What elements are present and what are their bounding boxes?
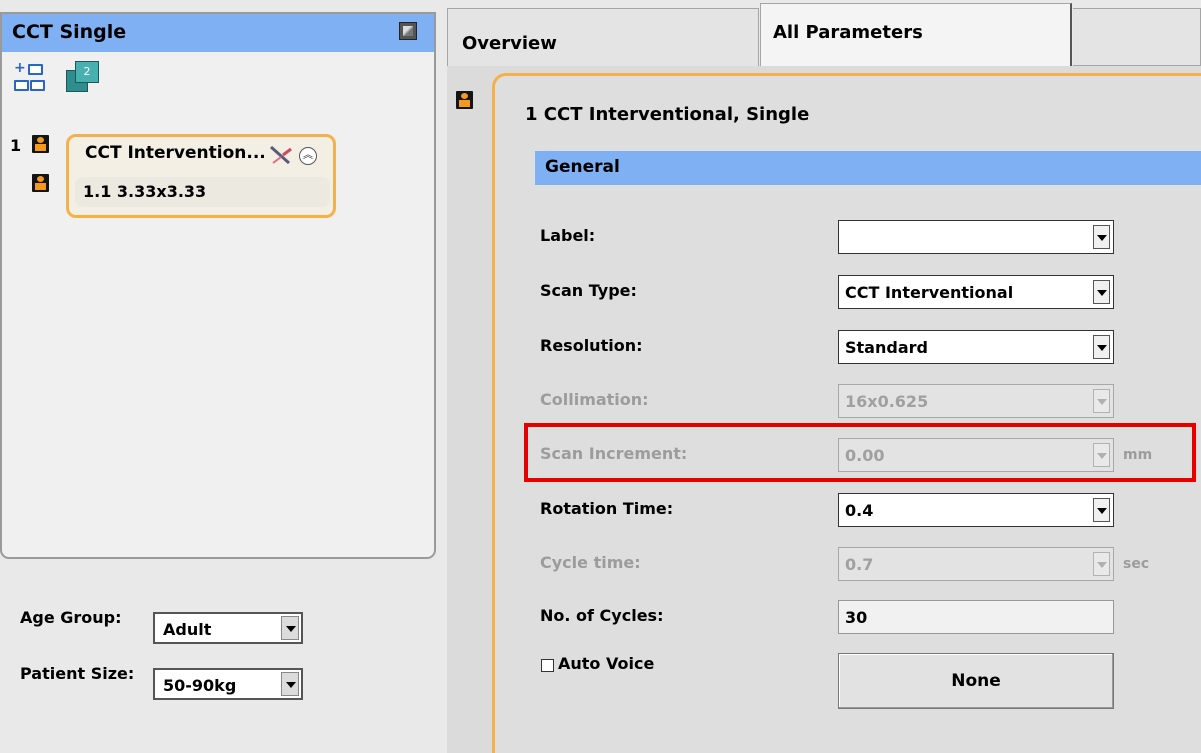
scan-type-value: CCT Interventional — [845, 283, 1014, 302]
protocol-panel-title: CCT Single — [12, 21, 127, 43]
rotation-time-select[interactable]: 0.4 — [838, 493, 1114, 527]
collimation-select: 16x0.625 — [838, 384, 1114, 418]
chevron-down-icon[interactable] — [1093, 498, 1110, 522]
add-group-icon[interactable]: + — [14, 60, 48, 96]
cycles-label: No. of Cycles: — [540, 606, 664, 625]
age-group-value: Adult — [163, 620, 212, 639]
numbered-series-icon[interactable]: 2 — [66, 60, 102, 96]
resolution-value: Standard — [845, 338, 928, 357]
protocol-tree-node[interactable]: CCT Intervention... ︽ 1.1 3.33x3.33 — [66, 134, 336, 218]
tab-all-parameters-label: All Parameters — [773, 22, 923, 43]
series-badge: 2 — [75, 61, 99, 83]
rotation-time-value: 0.4 — [845, 501, 874, 520]
cycles-input[interactable]: 30 — [838, 600, 1114, 634]
protocol-panel-header: CCT Single — [2, 14, 434, 52]
patient-size-label: Patient Size: — [20, 664, 135, 683]
label-select[interactable] — [838, 220, 1114, 254]
protocol-panel: CCT Single + 2 1 CCT Intervention... ︽ 1… — [0, 12, 436, 559]
tree-sub-item-label: 1.1 3.33x3.33 — [83, 182, 207, 201]
highlight-box — [524, 423, 1196, 482]
chevron-down-icon[interactable] — [281, 616, 299, 640]
patient-icon — [32, 135, 49, 153]
scan-type-select[interactable]: CCT Interventional — [838, 275, 1114, 309]
scan-type-label: Scan Type: — [540, 281, 637, 300]
tab-strip: Overview All Parameters — [447, 0, 1201, 66]
cycle-time-unit: sec — [1123, 556, 1150, 572]
patient-size-value: 50-90kg — [163, 676, 237, 695]
chevron-down-icon[interactable] — [281, 672, 299, 696]
age-group-label: Age Group: — [20, 608, 122, 627]
chevron-down-icon[interactable] — [1093, 280, 1110, 304]
needle-tool-icon[interactable] — [269, 145, 293, 165]
tab-overview-label: Overview — [462, 33, 557, 54]
tab-overview[interactable]: Overview — [447, 8, 759, 66]
chevron-down-icon — [1093, 552, 1110, 576]
rotation-time-label: Rotation Time: — [540, 499, 674, 518]
tree-sub-item[interactable]: 1.1 3.33x3.33 — [75, 177, 330, 207]
section-header-label: General — [545, 157, 620, 177]
collapse-icon[interactable]: ︽ — [299, 147, 317, 165]
cycle-time-value: 0.7 — [845, 555, 874, 574]
chevron-down-icon[interactable] — [1093, 225, 1110, 249]
voice-none-button[interactable]: None — [838, 653, 1114, 709]
cycles-value: 30 — [845, 608, 868, 627]
parameter-panel-title: 1 CCT Interventional, Single — [525, 104, 810, 125]
tree-node-title: CCT Intervention... — [85, 143, 266, 163]
parameters-area: 1 CCT Interventional, Single General Lab… — [447, 65, 1201, 753]
collimation-label: Collimation: — [540, 390, 649, 409]
cycle-time-label: Cycle time: — [540, 553, 641, 572]
auto-voice-label: Auto Voice — [558, 654, 655, 673]
parameter-panel: 1 CCT Interventional, Single General Lab… — [492, 73, 1201, 753]
resolution-label: Resolution: — [540, 336, 643, 355]
cycle-time-select: 0.7 — [838, 547, 1114, 581]
patient-icon — [456, 91, 473, 109]
tree-row-number: 1 — [10, 136, 22, 155]
tab-all-parameters[interactable]: All Parameters — [760, 3, 1072, 66]
section-header-general[interactable]: General — [535, 151, 1201, 185]
chevron-down-icon[interactable] — [1093, 335, 1110, 359]
collimation-value: 16x0.625 — [845, 392, 929, 411]
chevron-down-icon — [1093, 389, 1110, 413]
tab-strip-filler — [1073, 8, 1201, 66]
plus-glyph: + — [14, 60, 26, 76]
patient-size-select[interactable]: 50-90kg — [153, 668, 303, 700]
resolution-select[interactable]: Standard — [838, 330, 1114, 364]
panel-options-icon[interactable] — [399, 22, 417, 40]
auto-voice-checkbox[interactable] — [541, 659, 554, 672]
patient-icon — [32, 174, 49, 192]
age-group-select[interactable]: Adult — [153, 612, 303, 644]
label-field-label: Label: — [540, 226, 596, 245]
